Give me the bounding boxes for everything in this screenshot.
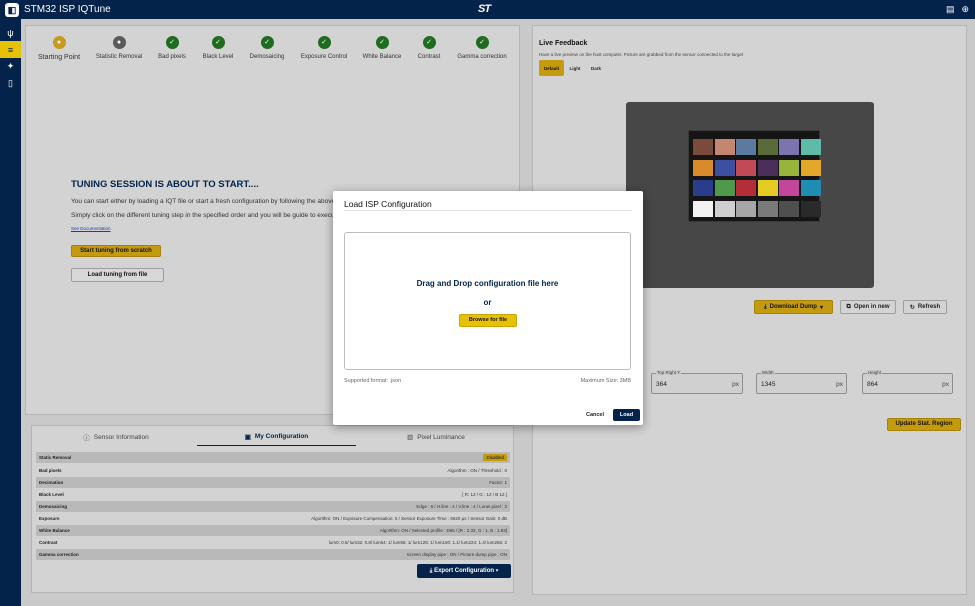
supported-format-text: Supported format: .json <box>344 378 402 384</box>
file-dropzone[interactable]: Drag and Drop configuration file here or… <box>344 232 631 370</box>
load-button[interactable]: Load <box>613 409 640 421</box>
browse-file-button[interactable]: Browse for file <box>459 314 517 327</box>
cancel-button[interactable]: Cancel <box>582 409 608 421</box>
dropzone-or: or <box>483 298 492 307</box>
divider <box>344 210 632 211</box>
dropzone-text: Drag and Drop configuration file here <box>416 279 559 288</box>
dialog-title: Load ISP Configuration <box>344 199 432 209</box>
load-isp-configuration-dialog: Load ISP Configuration Drag and Drop con… <box>333 191 643 425</box>
max-size-text: Maximum Size: 3MB <box>580 378 631 384</box>
